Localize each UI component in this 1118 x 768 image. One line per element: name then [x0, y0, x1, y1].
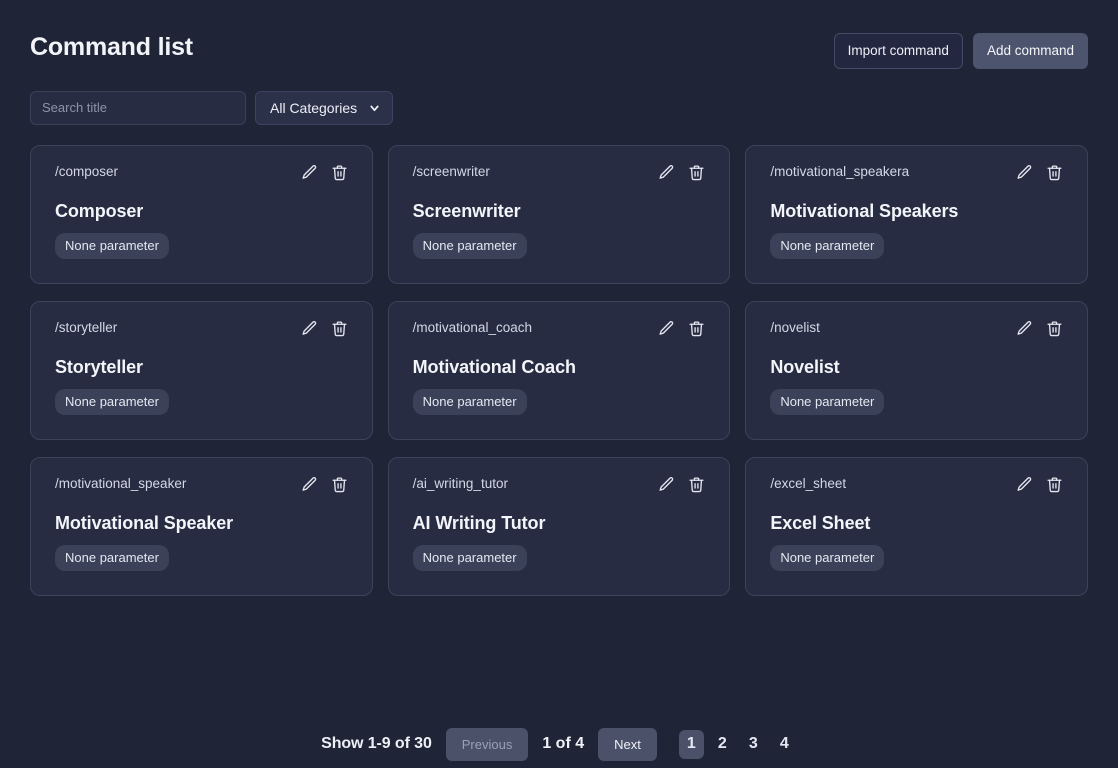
trash-icon[interactable]	[1046, 320, 1063, 337]
pencil-icon[interactable]	[1016, 476, 1033, 493]
category-select[interactable]: All Categories	[255, 90, 393, 125]
command-list-page: Command list Import command Add command …	[0, 0, 1118, 768]
command-card[interactable]: /motivational_speaker Motivational Speake…	[30, 456, 373, 596]
command-title: Motivational Speakers	[770, 200, 959, 221]
page-number-button[interactable]: 3	[741, 730, 766, 759]
pencil-icon[interactable]	[301, 320, 318, 337]
card-actions	[1016, 319, 1063, 337]
previous-page-button[interactable]: Previous	[445, 727, 529, 761]
trash-icon[interactable]	[688, 164, 705, 181]
pencil-icon[interactable]	[658, 164, 675, 181]
parameter-badge: None parameter	[770, 388, 885, 415]
trash-icon[interactable]	[331, 320, 348, 337]
command-card[interactable]: /composer Composer None parameter	[30, 144, 373, 284]
parameter-badge: None parameter	[55, 388, 169, 415]
card-header: /novelist	[770, 319, 1063, 337]
trash-icon[interactable]	[331, 164, 348, 181]
category-select-wrapper: All Categories	[255, 90, 393, 125]
page-number-button[interactable]: 1	[678, 729, 704, 759]
page-number-button[interactable]: 2	[710, 730, 735, 759]
card-header: /storyteller	[55, 319, 348, 337]
card-header: /composer	[55, 163, 348, 181]
card-header: /motivational_coach	[413, 319, 706, 337]
command-slug: /storyteller	[55, 319, 118, 335]
command-title: Storyteller	[55, 356, 143, 377]
parameter-badge: None parameter	[412, 232, 527, 259]
trash-icon[interactable]	[1046, 476, 1063, 493]
command-slug: /excel_sheet	[770, 475, 847, 491]
command-title: Composer	[55, 200, 144, 221]
pencil-icon[interactable]	[1016, 164, 1033, 181]
command-card[interactable]: /screenwriter Screenwriter None parameter	[387, 144, 731, 284]
command-slug: /motivational_speaker	[55, 475, 187, 491]
parameter-badge: None parameter	[55, 544, 169, 571]
card-actions	[658, 475, 705, 493]
card-header: /motivational_speakera	[770, 163, 1063, 181]
card-actions	[658, 319, 705, 337]
card-actions	[1016, 163, 1063, 181]
trash-icon[interactable]	[688, 320, 705, 337]
command-slug: /screenwriter	[412, 163, 490, 179]
command-title: Novelist	[770, 356, 840, 377]
add-command-button[interactable]: Add command	[972, 33, 1088, 69]
import-command-button[interactable]: Import command	[833, 33, 963, 69]
command-card[interactable]: /storyteller Storyteller None parameter	[30, 300, 373, 440]
command-card[interactable]: /ai_writing_tutor AI Writing Tutor None pa…	[387, 456, 731, 596]
parameter-badge: None parameter	[55, 232, 169, 259]
command-title: Motivational Coach	[412, 356, 576, 377]
page-number-list: 1234	[678, 729, 797, 759]
card-header: /ai_writing_tutor	[413, 475, 706, 493]
parameter-badge: None parameter	[770, 232, 885, 259]
page-title: Command list	[30, 33, 193, 61]
command-title: Screenwriter	[412, 200, 521, 221]
card-actions	[301, 475, 348, 493]
card-actions	[1016, 475, 1063, 493]
card-header: /screenwriter	[413, 163, 706, 181]
next-page-button[interactable]: Next	[598, 727, 657, 761]
pencil-icon[interactable]	[301, 476, 318, 493]
search-input[interactable]	[30, 90, 246, 125]
command-card[interactable]: /motivational_speakera Motivational Speak…	[745, 144, 1088, 284]
card-header: /excel_sheet	[770, 475, 1063, 493]
trash-icon[interactable]	[688, 476, 705, 493]
command-title: Motivational Speaker	[55, 512, 234, 533]
command-card[interactable]: /novelist Novelist None parameter	[745, 300, 1088, 440]
command-slug: /motivational_speakera	[770, 163, 910, 179]
command-card[interactable]: /excel_sheet Excel Sheet None parameter	[745, 456, 1088, 596]
pencil-icon[interactable]	[658, 320, 675, 337]
command-card-grid: /composer Composer None parameter/screenwr…	[30, 144, 1088, 596]
command-slug: /ai_writing_tutor	[412, 475, 508, 491]
parameter-badge: None parameter	[412, 544, 527, 571]
command-title: Excel Sheet	[770, 512, 871, 533]
page-indicator: 1 of 4	[542, 735, 585, 752]
pencil-icon[interactable]	[301, 164, 318, 181]
pencil-icon[interactable]	[1016, 320, 1033, 337]
card-actions	[301, 163, 348, 181]
command-slug: /novelist	[770, 319, 820, 335]
trash-icon[interactable]	[1046, 164, 1063, 181]
command-title: AI Writing Tutor	[412, 512, 546, 533]
pencil-icon[interactable]	[658, 476, 675, 493]
filter-bar: All Categories	[30, 90, 1088, 125]
pagination-status: Show 1-9 of 30	[321, 735, 432, 752]
card-actions	[301, 319, 348, 337]
pagination-bar: Show 1-9 of 30 Previous 1 of 4 Next 1234	[0, 720, 1118, 768]
trash-icon[interactable]	[331, 476, 348, 493]
card-header: /motivational_speaker	[55, 475, 348, 493]
command-slug: /motivational_coach	[412, 319, 532, 335]
command-card[interactable]: /motivational_coach Motivational Coach Non…	[387, 300, 731, 440]
command-slug: /composer	[55, 163, 119, 179]
parameter-badge: None parameter	[770, 544, 885, 571]
page-header: Command list Import command Add command	[30, 0, 1088, 69]
parameter-badge: None parameter	[412, 388, 527, 415]
card-actions	[658, 163, 705, 181]
header-actions: Import command Add command	[833, 30, 1088, 69]
page-number-button[interactable]: 4	[772, 730, 797, 759]
